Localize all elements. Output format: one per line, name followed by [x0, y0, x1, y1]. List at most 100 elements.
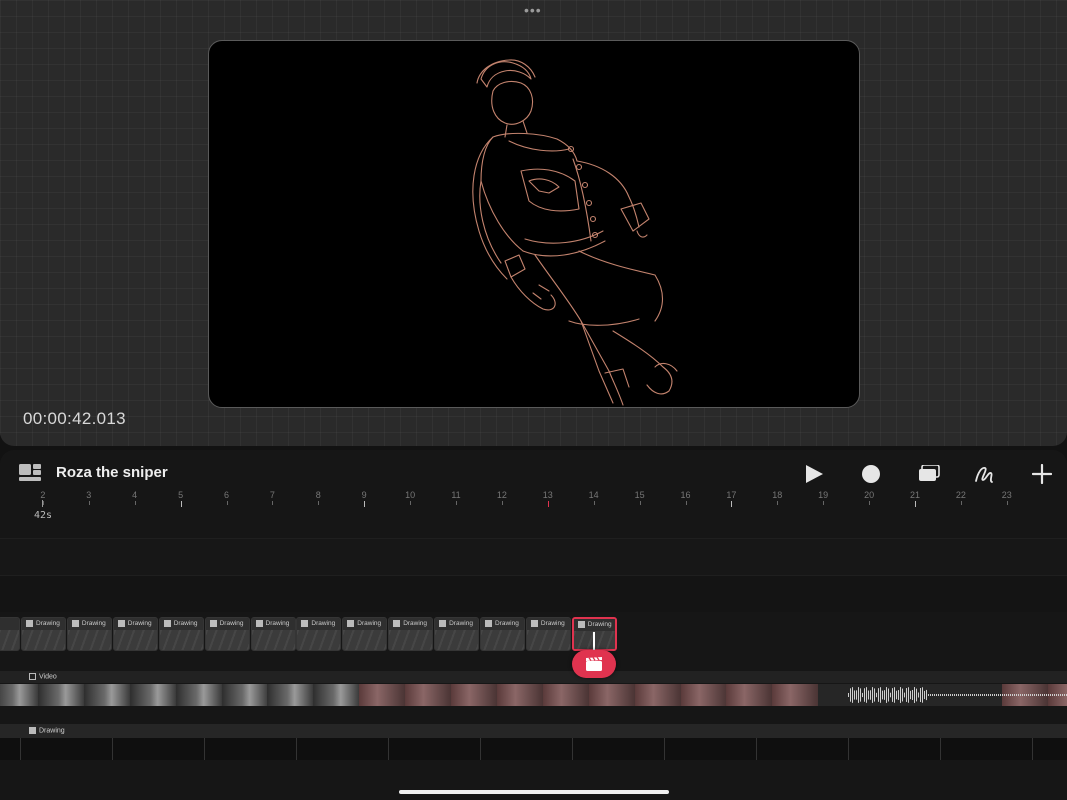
- video-frame: [405, 684, 452, 706]
- ruler-tick-mark: [823, 501, 825, 505]
- ruler-tick-mark: [364, 501, 366, 507]
- checkbox-icon[interactable]: [163, 619, 171, 627]
- project-title[interactable]: Roza the sniper: [56, 464, 168, 481]
- ruler-tick-mark: [226, 501, 228, 505]
- play-icon[interactable]: [804, 464, 824, 484]
- layers-icon[interactable]: [918, 465, 940, 483]
- drawing-clip[interactable]: Drawing: [525, 617, 571, 651]
- video-frame: [542, 684, 589, 706]
- ruler-tick-mark: [1006, 501, 1008, 505]
- checkbox-icon[interactable]: [209, 619, 217, 627]
- video-frame: [588, 684, 635, 706]
- drawing-layer-track[interactable]: [0, 738, 1067, 760]
- drawing-clip[interactable]: Drawing: [158, 617, 204, 651]
- checkbox-icon[interactable]: [29, 673, 36, 680]
- clip-header: Drawing: [389, 618, 433, 630]
- video-frame: [359, 684, 406, 706]
- clip-header: Drawing: [205, 618, 249, 630]
- drawing-clip[interactable]: Drawing: [112, 617, 158, 651]
- drawing-layer-divider: [112, 738, 113, 760]
- checkbox-icon[interactable]: [577, 620, 585, 628]
- add-icon[interactable]: [1032, 464, 1052, 484]
- video-frame: [83, 684, 130, 706]
- home-indicator[interactable]: [399, 790, 669, 794]
- checkbox-icon[interactable]: [26, 619, 33, 627]
- empty-track: [0, 538, 1067, 576]
- clip-thumbnail: [113, 630, 157, 650]
- ruler-tick-mark: [272, 501, 274, 505]
- video-frame: [451, 684, 497, 706]
- drawing-clip[interactable]: Drawing: [296, 617, 342, 651]
- clip-header: Drawing: [481, 618, 524, 630]
- video-clip-strip[interactable]: [0, 684, 1067, 706]
- clapperboard-icon: [586, 656, 602, 671]
- ruler-tick-mark: [410, 501, 412, 505]
- layout-icon[interactable]: [19, 464, 41, 481]
- drawing-clip[interactable]: Drawing: [388, 617, 434, 651]
- ruler-tick-label: 15: [634, 490, 645, 500]
- ruler-tick-mark: [777, 501, 779, 505]
- drawing-layer-divider: [204, 738, 205, 760]
- ruler-tick-label: 21: [909, 490, 921, 500]
- clip-thumbnail: [481, 630, 524, 650]
- drawing-clip[interactable]: [0, 617, 20, 651]
- ruler-tick-mark: [960, 501, 962, 505]
- playhead[interactable]: [593, 632, 595, 652]
- video-frame: [221, 684, 268, 706]
- more-menu-icon[interactable]: •••: [524, 3, 542, 17]
- drawing-layer-divider: [20, 738, 21, 760]
- timeline-ruler[interactable]: 1234567891011121314151617181920212223: [0, 486, 1067, 516]
- drawing-clip[interactable]: Drawing: [250, 617, 296, 651]
- video-track-header: [0, 671, 1067, 683]
- drawing-layer-divider: [664, 738, 665, 760]
- ruler-tick-mark: [547, 501, 549, 507]
- checkbox-icon[interactable]: [485, 619, 492, 627]
- checkbox-icon[interactable]: [255, 619, 263, 627]
- ruler-tick-label: 20: [864, 490, 875, 500]
- ruler-tick-label: 22: [955, 490, 966, 500]
- clip-label: Drawing: [219, 620, 244, 627]
- clip-header: Drawing: [113, 618, 157, 630]
- drawing-clip[interactable]: Drawing: [434, 617, 480, 651]
- video-frame: [129, 684, 176, 706]
- drawing-layer-label: Drawing: [29, 727, 65, 734]
- ruler-tick-label: 2: [40, 490, 46, 500]
- checkbox-icon[interactable]: [347, 619, 355, 627]
- sketch-figure: [472, 59, 678, 406]
- preview-area: ••• 00:00:42.013: [0, 0, 1067, 446]
- clip-header: Drawing: [526, 618, 570, 630]
- clip-thumbnail: [526, 630, 570, 650]
- clip-thumbnail: [343, 630, 387, 650]
- ruler-tick-mark: [869, 501, 871, 505]
- ruler-tick-label: 13: [542, 490, 553, 500]
- clip-header: Drawing: [343, 618, 387, 630]
- record-icon[interactable]: [861, 464, 881, 484]
- checkbox-icon[interactable]: [29, 727, 36, 734]
- drawing-clip[interactable]: Drawing: [204, 617, 250, 651]
- checkbox-icon[interactable]: [117, 619, 125, 627]
- drawing-canvas[interactable]: [208, 40, 860, 408]
- checkbox-icon[interactable]: [301, 619, 309, 627]
- checkbox-icon[interactable]: [393, 619, 401, 627]
- clip-thumbnail: [251, 630, 295, 650]
- draw-icon[interactable]: [974, 464, 996, 484]
- video-track-label: Video: [29, 673, 57, 680]
- ruler-tick-label: 12: [496, 490, 507, 500]
- drawing-layer-divider: [388, 738, 389, 760]
- clapperboard-button[interactable]: [572, 650, 616, 678]
- clip-header: Drawing: [22, 618, 65, 630]
- video-frame: [726, 684, 773, 706]
- drawing-clip[interactable]: Drawing: [21, 617, 66, 651]
- zoom-level-label: 42s: [34, 510, 53, 521]
- clip-label: Drawing: [587, 621, 612, 628]
- ruler-tick-label: 10: [405, 490, 416, 500]
- ruler-tick-label: 14: [588, 490, 599, 500]
- checkbox-icon[interactable]: [439, 619, 447, 627]
- drawing-clip[interactable]: Drawing: [66, 617, 112, 651]
- drawing-clip[interactable]: Drawing: [342, 617, 388, 651]
- drawing-clip[interactable]: Drawing: [480, 617, 525, 651]
- checkbox-icon[interactable]: [530, 619, 538, 627]
- clip-label: Drawing: [127, 620, 152, 627]
- checkbox-icon[interactable]: [71, 619, 79, 627]
- clip-thumbnail: [205, 630, 249, 650]
